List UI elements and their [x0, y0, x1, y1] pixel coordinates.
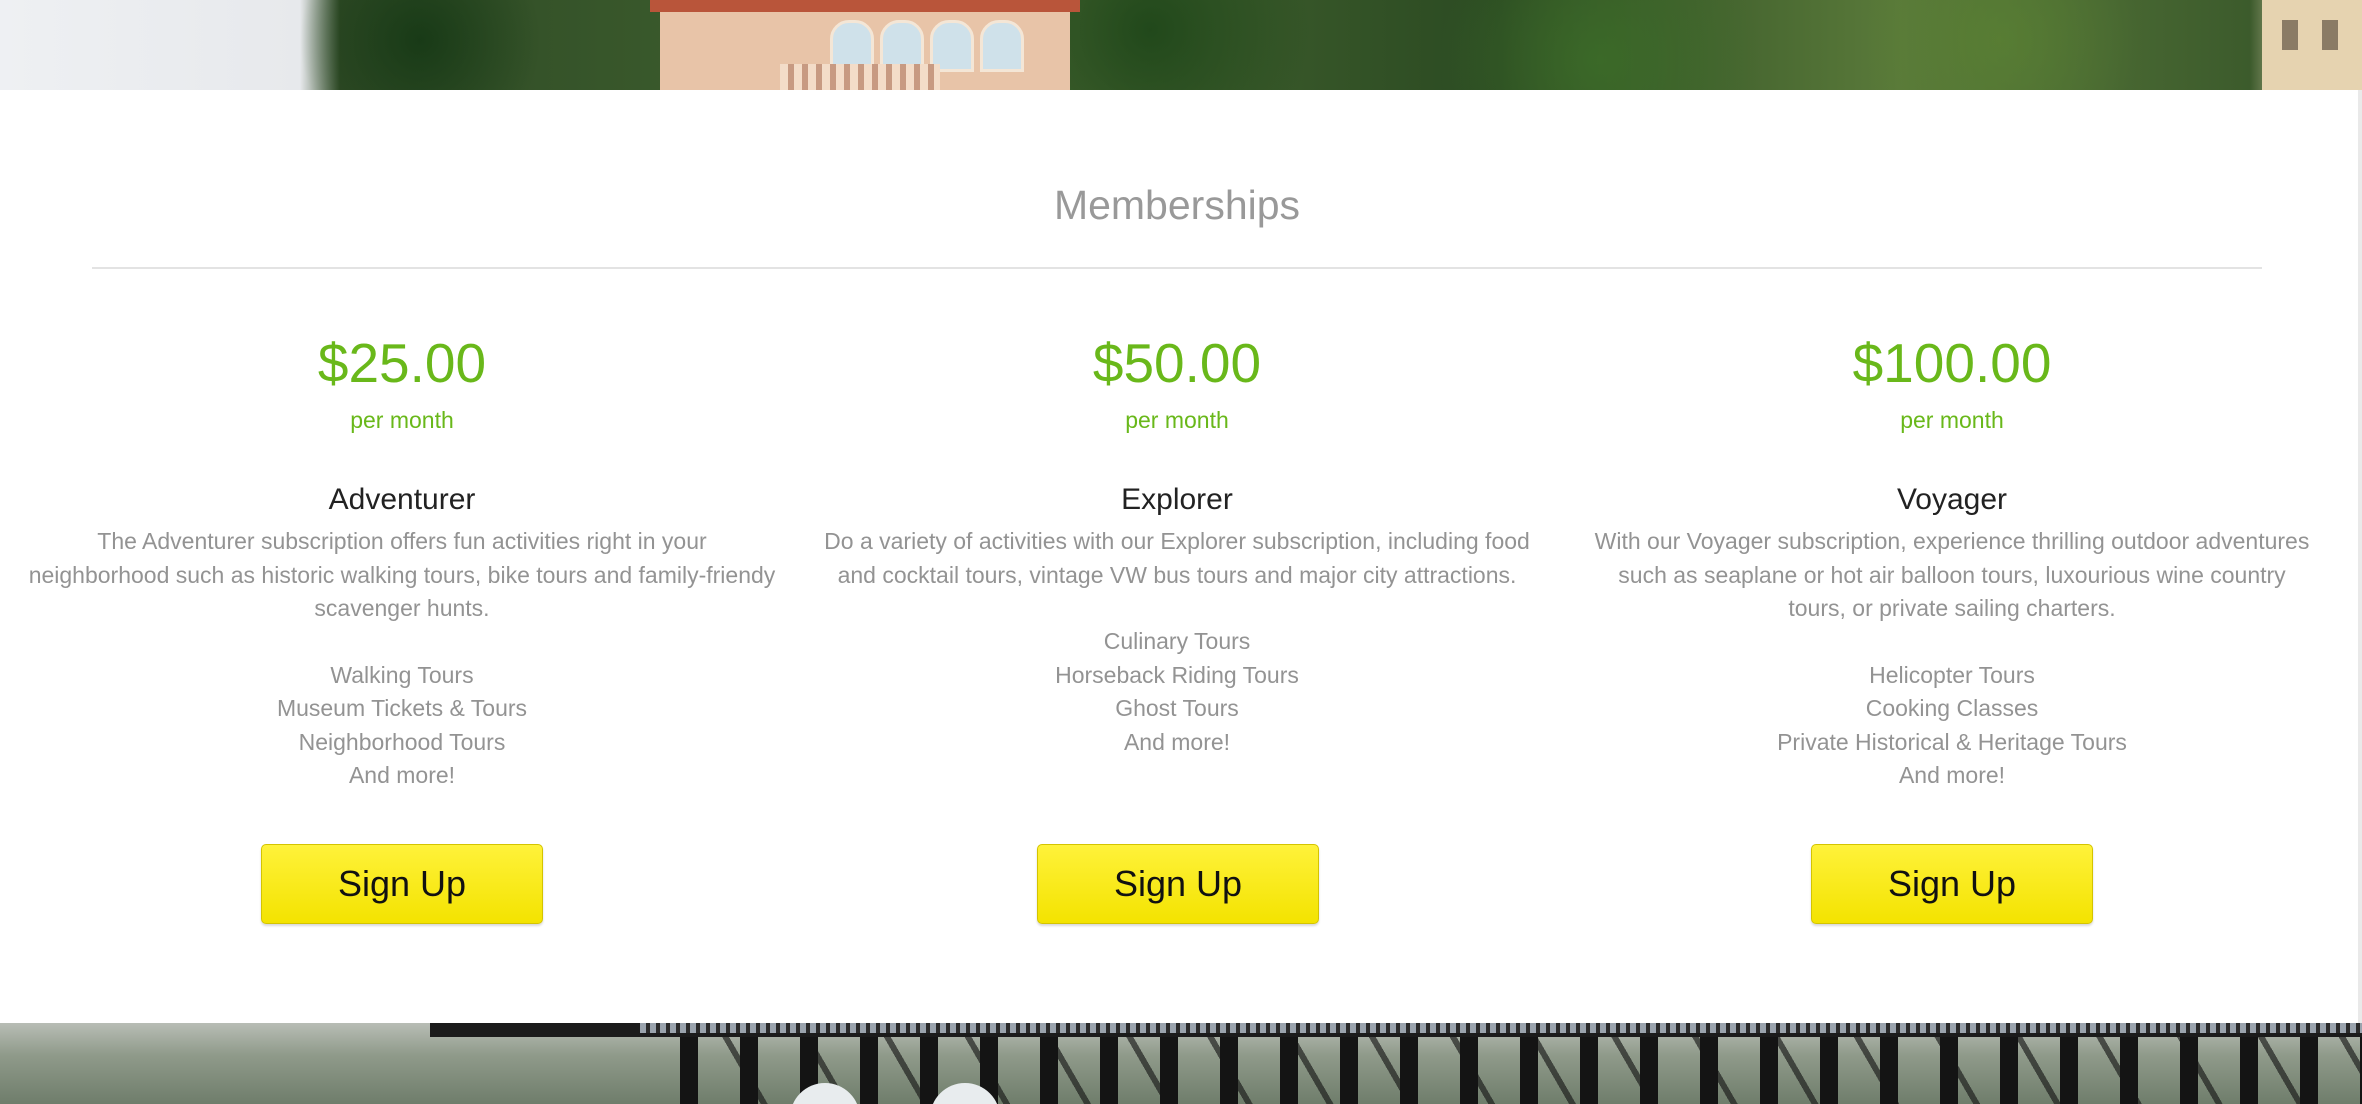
plan-name: Explorer: [1121, 483, 1233, 516]
signup-button-explorer[interactable]: Sign Up: [1037, 844, 1319, 924]
plan-name: Voyager: [1896, 483, 2008, 516]
feature-item: Neighborhood Tours: [298, 728, 506, 755]
page: Memberships $25.00 per month Adventurer …: [0, 0, 2362, 1104]
plan-feature-list: Culinary Tours Horseback Riding Tours Gh…: [792, 625, 1562, 759]
plan-price: $25.00: [317, 332, 487, 394]
feature-item: Helicopter Tours: [1869, 661, 2035, 688]
plan-card-explorer: $50.00 per month Explorer Do a variety o…: [792, 330, 1562, 782]
plan-card-adventurer: $25.00 per month Adventurer The Adventur…: [17, 330, 787, 816]
plan-period: per month: [350, 407, 454, 433]
feature-item: Private Historical & Heritage Tours: [1777, 728, 2127, 755]
building-window: [2282, 20, 2298, 50]
signup-button-adventurer[interactable]: Sign Up: [261, 844, 543, 924]
plan-period: per month: [1900, 407, 2004, 433]
memberships-section: Memberships $25.00 per month Adventurer …: [0, 90, 2362, 1023]
hero-image-villa: [0, 0, 2362, 90]
plan-feature-list: Helicopter Tours Cooking Classes Private…: [1567, 659, 2337, 793]
plan-price: $100.00: [1852, 332, 2052, 394]
pier-railing: [640, 1023, 2362, 1033]
hero-foliage: [0, 0, 2362, 90]
plan-price: $50.00: [1092, 332, 1262, 394]
section-divider: [92, 267, 2262, 269]
feature-item: Culinary Tours: [1103, 628, 1251, 654]
plan-card-voyager: $100.00 per month Voyager With our Voyag…: [1567, 330, 2337, 816]
plan-period: per month: [1125, 407, 1229, 433]
hero-image-pier: [0, 1023, 2362, 1104]
feature-item: Horseback Riding Tours: [1055, 661, 1299, 688]
plan-feature-list: Walking Tours Museum Tickets & Tours Nei…: [17, 659, 787, 793]
building-right: [2262, 0, 2362, 90]
section-title: Memberships: [1053, 182, 1301, 228]
building-window: [2322, 20, 2338, 50]
signup-button-voyager[interactable]: Sign Up: [1811, 844, 2093, 924]
page-edge: [2358, 90, 2362, 1023]
feature-item: Cooking Classes: [1865, 695, 2039, 721]
feature-item: And more!: [1123, 728, 1231, 755]
villa-roof: [650, 0, 1080, 12]
plan-description: Do a variety of activities with our Expl…: [824, 528, 1530, 588]
villa-illustration: [650, 0, 1080, 90]
villa-balcony: [780, 64, 940, 90]
plan-description: With our Voyager subscription, experienc…: [1594, 528, 2310, 621]
feature-item: Museum Tickets & Tours: [276, 695, 528, 721]
pier-braces: [680, 1037, 2362, 1104]
feature-item: And more!: [1898, 762, 2006, 788]
feature-item: And more!: [348, 762, 456, 788]
villa-window: [980, 20, 1024, 72]
plan-description: The Adventurer subscription offers fun a…: [28, 528, 776, 621]
feature-item: Ghost Tours: [1115, 695, 1239, 721]
feature-item: Walking Tours: [330, 661, 474, 688]
plan-name: Adventurer: [328, 483, 476, 516]
